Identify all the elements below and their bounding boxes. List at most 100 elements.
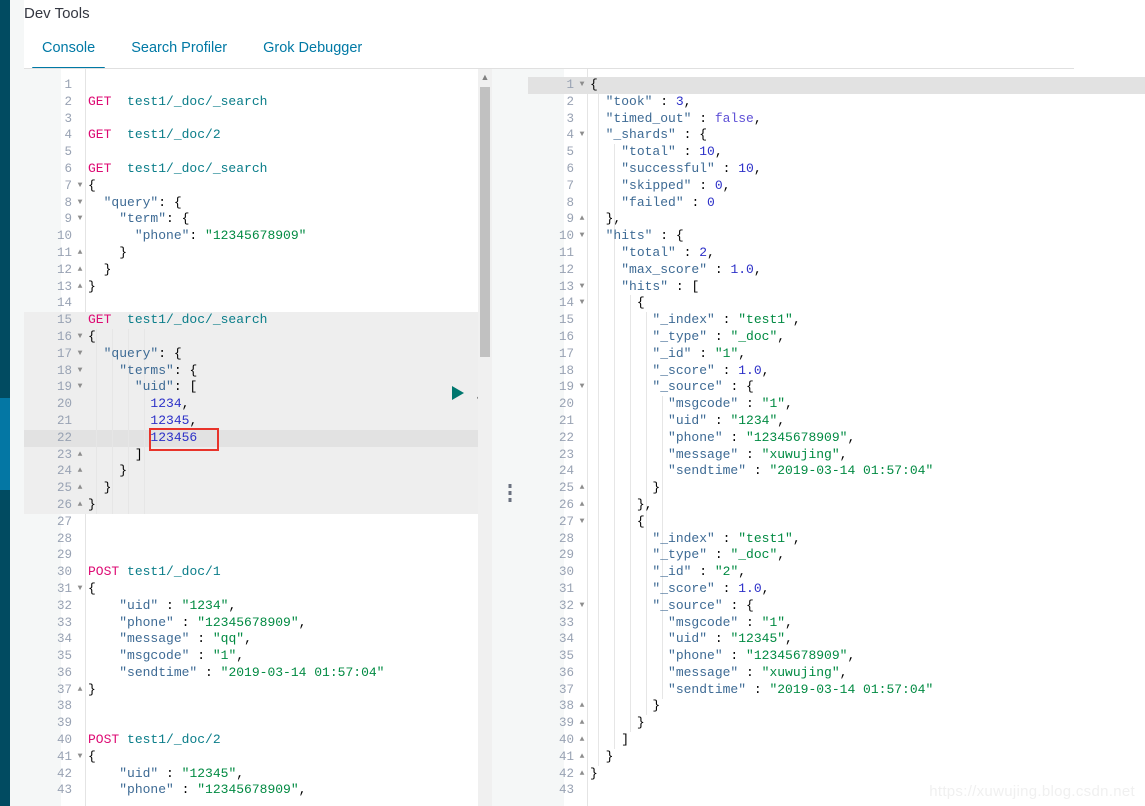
fold-expand-icon[interactable]: ▲ (577, 766, 587, 783)
code-line[interactable]: 28 (24, 531, 492, 548)
editor-scrollbar[interactable]: ▲ (478, 69, 492, 806)
fold-expand-icon[interactable]: ▲ (75, 262, 85, 279)
code-line[interactable]: 8 ▼ "query": { (24, 195, 492, 212)
code-line[interactable]: 4 GET test1/_doc/2 (24, 127, 492, 144)
fold-collapse-icon[interactable]: ▼ (75, 363, 85, 380)
code-line[interactable]: 40 POST test1/_doc/2 (24, 732, 492, 749)
fold-expand-icon[interactable]: ▲ (75, 682, 85, 699)
fold-expand-icon[interactable]: ▲ (75, 480, 85, 497)
fold-collapse-icon[interactable]: ▼ (75, 195, 85, 212)
code-line[interactable]: 2 GET test1/_doc/_search (24, 94, 492, 111)
code-line[interactable]: 20 1234, (24, 396, 492, 413)
code-line[interactable]: 30 POST test1/_doc/1 (24, 564, 492, 581)
code-line[interactable]: 31 "_score" : 1.0, (528, 581, 1145, 598)
code-line[interactable]: 4 ▼ "_shards" : { (528, 127, 1145, 144)
code-line[interactable]: 19 ▼ "uid": [ (24, 379, 492, 396)
editor-code-lines[interactable]: 1 2 GET test1/_doc/_search 3 4 GET test1/_doc… (24, 77, 492, 799)
code-line[interactable]: 17 "_id" : "1", (528, 346, 1145, 363)
fold-collapse-icon[interactable]: ▼ (75, 379, 85, 396)
code-line[interactable]: 36 "sendtime" : "2019-03-14 01:57:04" (24, 665, 492, 682)
play-icon[interactable] (452, 384, 470, 402)
code-line[interactable]: 12 "max_score" : 1.0, (528, 262, 1145, 279)
code-line[interactable]: 36 "message" : "xuwujing", (528, 665, 1145, 682)
code-line[interactable]: 35 "msgcode" : "1", (24, 648, 492, 665)
code-line[interactable]: 7 ▼{ (24, 178, 492, 195)
fold-expand-icon[interactable]: ▲ (577, 749, 587, 766)
fold-collapse-icon[interactable]: ▼ (577, 514, 587, 531)
code-line[interactable]: 20 "msgcode" : "1", (528, 396, 1145, 413)
code-line[interactable]: 2 "took" : 3, (528, 94, 1145, 111)
code-line[interactable]: 32 ▼ "_source" : { (528, 598, 1145, 615)
fold-expand-icon[interactable]: ▲ (75, 447, 85, 464)
code-line[interactable]: 38 ▲ } (528, 698, 1145, 715)
code-line[interactable]: 37 ▲} (24, 682, 492, 699)
fold-expand-icon[interactable]: ▲ (577, 480, 587, 497)
code-line[interactable]: 27 (24, 514, 492, 531)
code-line[interactable]: 24 "sendtime" : "2019-03-14 01:57:04" (528, 463, 1145, 480)
code-line[interactable]: 42 ▲} (528, 766, 1145, 783)
code-line[interactable]: 39 (24, 715, 492, 732)
code-line[interactable]: 1 (24, 77, 492, 94)
code-line[interactable]: 27 ▼ { (528, 514, 1145, 531)
code-line[interactable]: 26 ▲} (24, 497, 492, 514)
code-line[interactable]: 9 ▲ }, (528, 211, 1145, 228)
fold-collapse-icon[interactable]: ▼ (577, 77, 587, 94)
fold-expand-icon[interactable]: ▲ (577, 497, 587, 514)
fold-expand-icon[interactable]: ▲ (577, 715, 587, 732)
code-line[interactable]: 35 "phone" : "12345678909", (528, 648, 1145, 665)
code-line[interactable]: 6 GET test1/_doc/_search (24, 161, 492, 178)
fold-collapse-icon[interactable]: ▼ (75, 178, 85, 195)
code-line[interactable]: 13 ▼ "hits" : [ (528, 279, 1145, 296)
tab-grok-debugger[interactable]: Grok Debugger (245, 28, 380, 68)
fold-collapse-icon[interactable]: ▼ (75, 346, 85, 363)
code-line[interactable]: 29 "_type" : "_doc", (528, 547, 1145, 564)
code-line[interactable]: 39 ▲ } (528, 715, 1145, 732)
code-line[interactable]: 21 "uid" : "1234", (528, 413, 1145, 430)
code-line[interactable]: 10 ▼ "hits" : { (528, 228, 1145, 245)
fold-expand-icon[interactable]: ▲ (577, 698, 587, 715)
response-code-lines[interactable]: 1 ▼{2 "took" : 3, 3 "timed_out" : false, 4 ▼… (528, 77, 1145, 799)
fold-expand-icon[interactable]: ▲ (75, 279, 85, 296)
code-line[interactable]: 25 ▲ } (528, 480, 1145, 497)
code-line[interactable]: 15 "_index" : "test1", (528, 312, 1145, 329)
code-line[interactable]: 18 ▼ "terms": { (24, 363, 492, 380)
pane-splitter[interactable] (492, 69, 528, 806)
fold-collapse-icon[interactable]: ▼ (577, 279, 587, 296)
code-line[interactable]: 19 ▼ "_source" : { (528, 379, 1145, 396)
fold-collapse-icon[interactable]: ▼ (577, 228, 587, 245)
code-line[interactable]: 34 "uid" : "12345", (528, 631, 1145, 648)
splitter-drag-handle-icon[interactable] (508, 484, 512, 502)
code-line[interactable]: 10 "phone": "12345678909" (24, 228, 492, 245)
code-line[interactable]: 6 "successful" : 10, (528, 161, 1145, 178)
code-line[interactable]: 37 "sendtime" : "2019-03-14 01:57:04" (528, 682, 1145, 699)
code-line[interactable]: 15 GET test1/_doc/_search (24, 312, 492, 329)
code-line[interactable]: 5 "total" : 10, (528, 144, 1145, 161)
code-line[interactable]: 31 ▼{ (24, 581, 492, 598)
fold-collapse-icon[interactable]: ▼ (577, 379, 587, 396)
code-line[interactable]: 22 "phone" : "12345678909", (528, 430, 1145, 447)
code-line[interactable]: 25 ▲ } (24, 480, 492, 497)
code-line[interactable]: 38 (24, 698, 492, 715)
code-line[interactable]: 16 "_type" : "_doc", (528, 329, 1145, 346)
code-line[interactable]: 11 ▲ } (24, 245, 492, 262)
fold-expand-icon[interactable]: ▲ (577, 732, 587, 749)
fold-expand-icon[interactable]: ▲ (577, 211, 587, 228)
code-line[interactable]: 33 "phone" : "12345678909", (24, 615, 492, 632)
code-line[interactable]: 7 "skipped" : 0, (528, 178, 1145, 195)
code-line[interactable]: 40 ▲ ] (528, 732, 1145, 749)
tab-console[interactable]: Console (24, 28, 113, 70)
fold-collapse-icon[interactable]: ▼ (577, 295, 587, 312)
code-line[interactable]: 33 "msgcode" : "1", (528, 615, 1145, 632)
code-line[interactable]: 26 ▲ }, (528, 497, 1145, 514)
code-line[interactable]: 11 "total" : 2, (528, 245, 1145, 262)
code-line[interactable]: 12 ▲ } (24, 262, 492, 279)
tab-search-profiler[interactable]: Search Profiler (113, 28, 245, 68)
code-line[interactable]: 9 ▼ "term": { (24, 211, 492, 228)
code-line[interactable]: 24 ▲ } (24, 463, 492, 480)
code-line[interactable]: 1 ▼{ (528, 77, 1145, 94)
code-line[interactable]: 14 ▼ { (528, 295, 1145, 312)
code-line[interactable]: 34 "message" : "qq", (24, 631, 492, 648)
code-line[interactable]: 8 "failed" : 0 (528, 195, 1145, 212)
code-line[interactable]: 16 ▼{ (24, 329, 492, 346)
code-line[interactable]: 41 ▲ } (528, 749, 1145, 766)
